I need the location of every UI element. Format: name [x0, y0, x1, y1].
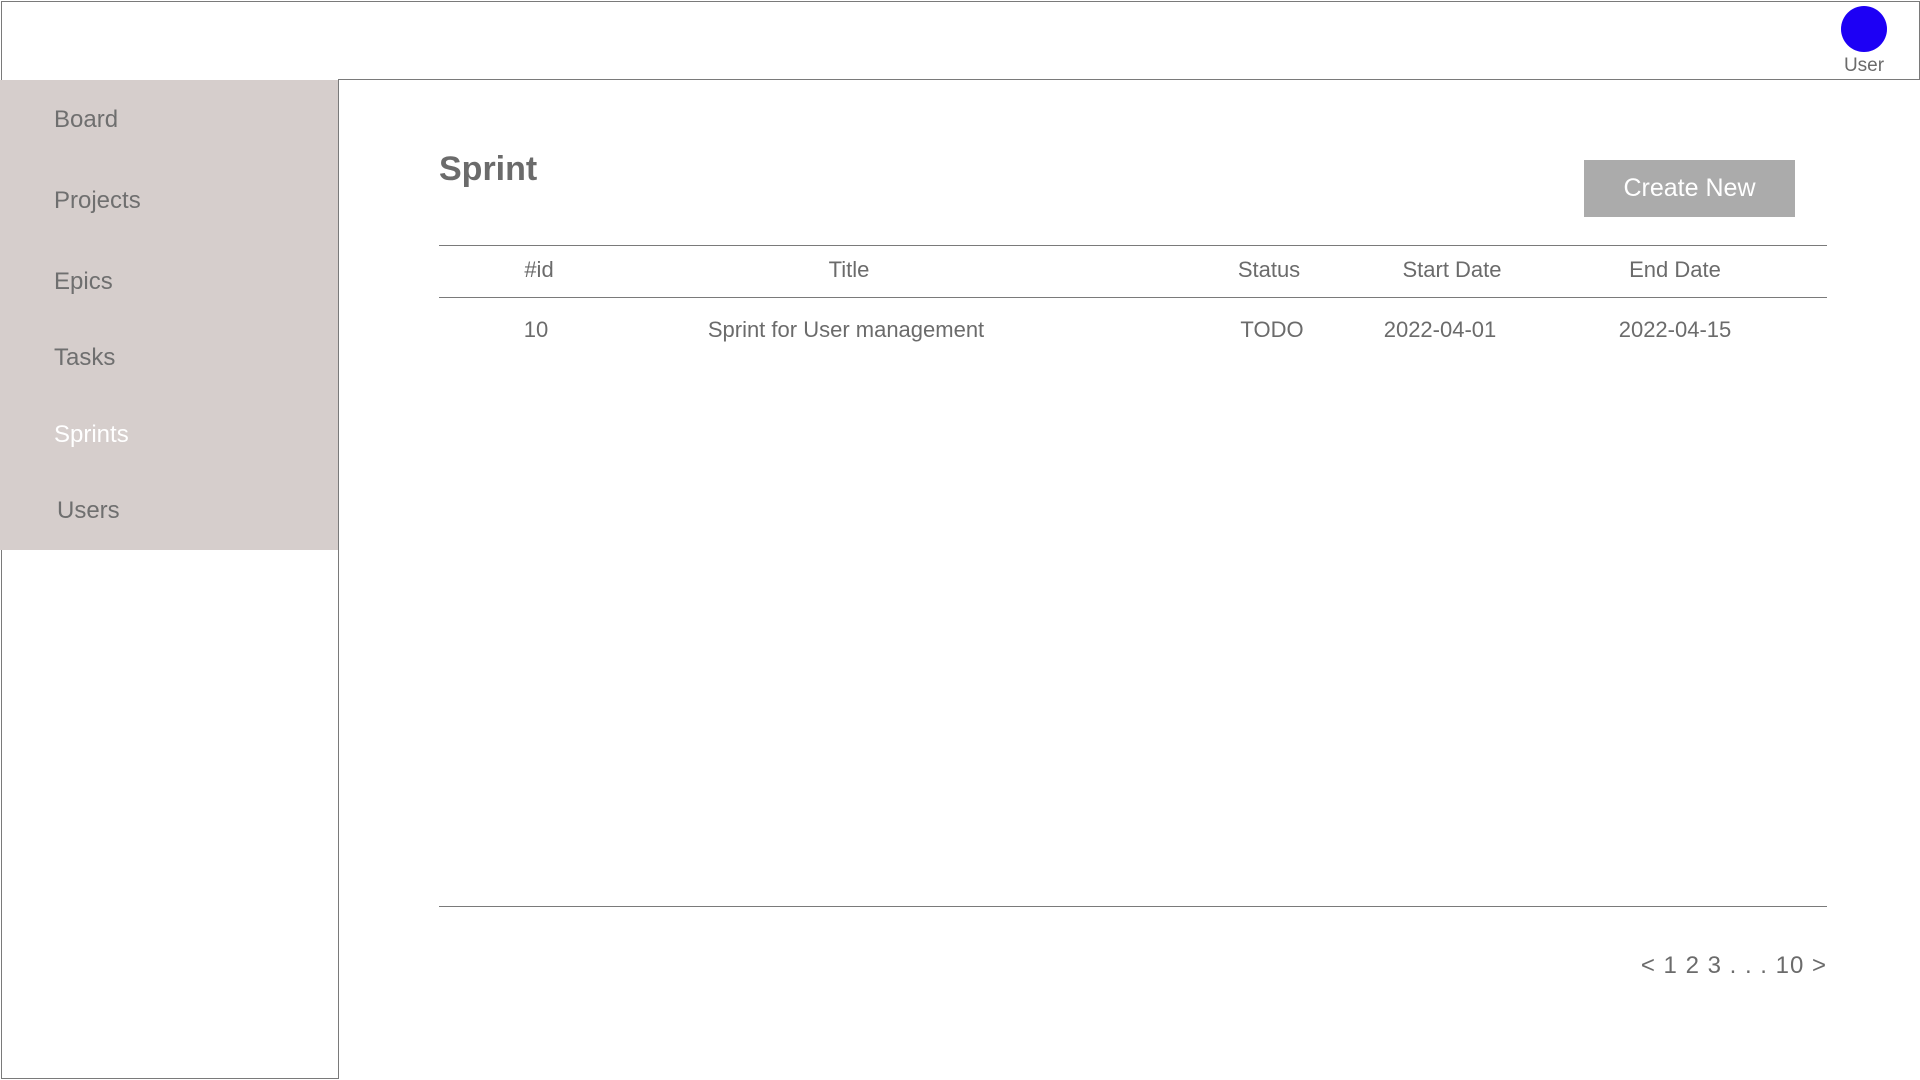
sidebar-item-users[interactable]: Users — [57, 497, 120, 525]
cell-end-date: 2022-04-15 — [1618, 317, 1732, 342]
user-label: User — [1843, 55, 1885, 76]
cell-start-date: 2022-04-01 — [1383, 317, 1497, 342]
column-header-start-date[interactable]: Start Date — [1402, 257, 1501, 283]
page-title: Sprint — [439, 150, 538, 188]
pagination[interactable]: < 1 2 3 . . . 10 > — [1641, 952, 1827, 980]
table-header-border — [439, 297, 1827, 298]
table-top-border — [439, 245, 1827, 246]
sidebar-item-board[interactable]: Board — [54, 106, 118, 134]
cell-title: Sprint for User management — [707, 317, 985, 342]
sidebar-item-epics[interactable]: Epics — [54, 268, 113, 296]
table-bottom-border — [439, 906, 1827, 907]
avatar[interactable] — [1841, 6, 1887, 52]
column-header-id[interactable]: #id — [524, 257, 553, 283]
top-header: User — [1, 1, 1920, 80]
user-menu[interactable]: User — [1838, 6, 1890, 77]
sidebar-item-projects[interactable]: Projects — [54, 187, 141, 215]
column-header-title[interactable]: Title — [829, 257, 870, 283]
cell-id: 10 — [523, 317, 549, 342]
sidebar: Board Projects Epics Tasks Sprints Users — [0, 80, 338, 550]
sidebar-item-sprints[interactable]: Sprints — [54, 421, 129, 449]
create-new-button[interactable]: Create New — [1584, 160, 1795, 217]
column-header-status[interactable]: Status — [1238, 257, 1300, 283]
sidebar-item-tasks[interactable]: Tasks — [54, 344, 115, 372]
column-header-end-date[interactable]: End Date — [1629, 257, 1721, 283]
cell-status: TODO — [1240, 317, 1304, 342]
